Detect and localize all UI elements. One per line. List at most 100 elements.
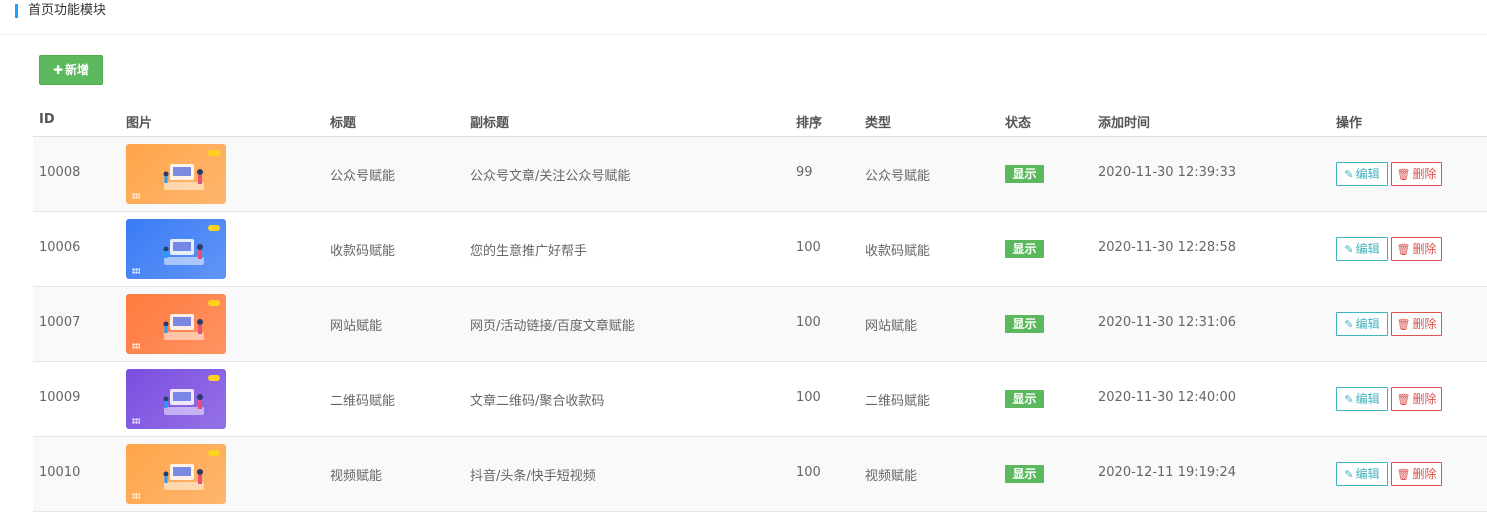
play-tag-icon — [208, 300, 220, 306]
cell-added-time: 2020-11-30 12:39:33 — [1098, 165, 1237, 180]
edit-button[interactable]: ✎ 编辑 — [1336, 162, 1388, 186]
delete-button[interactable]: 🗑 删除 — [1391, 387, 1442, 411]
delete-button-label: 删除 — [1412, 242, 1437, 256]
cell-id: 10006 — [39, 240, 81, 255]
col-header-subtitle: 副标题 — [470, 116, 510, 131]
cell-subtitle: 公众号文章/关注公众号赋能 — [470, 169, 631, 184]
play-tag-icon — [208, 150, 220, 156]
table-row: 10009 二维码赋能 文章二维码/聚合收款码 100 二维码赋能 显示 202… — [33, 362, 1487, 437]
status-badge: 显示 — [1005, 315, 1044, 333]
cell-sort: 100 — [796, 240, 821, 255]
delete-button[interactable]: 🗑 删除 — [1391, 312, 1442, 336]
data-table: ID 图片 标题 副标题 排序 类型 状态 添加时间 操作 10008 公众号赋… — [33, 104, 1487, 512]
col-header-image: 图片 — [126, 116, 153, 131]
dots-decoration — [132, 418, 140, 424]
add-button-label: 新增 — [65, 63, 90, 77]
table-row: 10010 视频赋能 抖音/头条/快手短视频 100 视频赋能 显示 2020-… — [33, 437, 1487, 512]
cell-id: 10008 — [39, 165, 81, 180]
cell-type: 视频赋能 — [865, 469, 918, 484]
status-badge: 显示 — [1005, 165, 1044, 183]
trash-icon: 🗑 — [1396, 318, 1411, 331]
trash-icon: 🗑 — [1396, 468, 1411, 481]
play-tag-icon — [208, 450, 220, 456]
cell-title: 公众号赋能 — [330, 169, 396, 184]
cell-title: 收款码赋能 — [330, 244, 396, 259]
play-tag-icon — [208, 225, 220, 231]
cell-subtitle: 您的生意推广好帮手 — [470, 244, 588, 259]
thumbnail-image — [126, 444, 226, 504]
table-header: ID 图片 标题 副标题 排序 类型 状态 添加时间 操作 — [33, 104, 1487, 137]
table-row: 10007 网站赋能 网页/活动链接/百度文章赋能 100 网站赋能 显示 20… — [33, 287, 1487, 362]
thumbnail-image — [126, 144, 226, 204]
title-accent-bar — [15, 4, 18, 18]
edit-button[interactable]: ✎ 编辑 — [1336, 462, 1388, 486]
trash-icon: 🗑 — [1396, 168, 1411, 181]
cell-id: 10009 — [39, 390, 81, 405]
illustration-icon — [163, 314, 204, 340]
status-badge: 显示 — [1005, 390, 1044, 408]
page-title: 首页功能模块 — [28, 3, 107, 18]
cell-subtitle: 抖音/头条/快手短视频 — [470, 469, 596, 484]
edit-button-label: 编辑 — [1355, 317, 1380, 331]
pencil-icon: ✎ — [1344, 168, 1354, 181]
pencil-icon: ✎ — [1344, 468, 1354, 481]
delete-button[interactable]: 🗑 删除 — [1391, 237, 1442, 261]
delete-button[interactable]: 🗑 删除 — [1391, 162, 1442, 186]
delete-button-label: 删除 — [1412, 467, 1437, 481]
cell-added-time: 2020-11-30 12:28:58 — [1098, 240, 1237, 255]
col-header-type: 类型 — [865, 116, 892, 131]
dots-decoration — [132, 268, 140, 274]
cell-sort: 100 — [796, 315, 821, 330]
cell-type: 二维码赋能 — [865, 394, 931, 409]
edit-button-label: 编辑 — [1355, 392, 1380, 406]
table-body: 10008 公众号赋能 公众号文章/关注公众号赋能 99 公众号赋能 显示 20… — [33, 137, 1487, 512]
cell-type: 收款码赋能 — [865, 244, 931, 259]
dots-decoration — [132, 493, 140, 499]
edit-button[interactable]: ✎ 编辑 — [1336, 387, 1388, 411]
illustration-icon — [163, 164, 204, 190]
thumbnail-image — [126, 294, 226, 354]
col-header-added: 添加时间 — [1098, 116, 1151, 131]
status-badge: 显示 — [1005, 240, 1044, 258]
cell-added-time: 2020-11-30 12:31:06 — [1098, 315, 1237, 330]
col-header-status: 状态 — [1005, 116, 1032, 131]
cell-added-time: 2020-11-30 12:40:00 — [1098, 390, 1237, 405]
trash-icon: 🗑 — [1396, 243, 1411, 256]
illustration-icon — [163, 239, 204, 265]
table-row: 10008 公众号赋能 公众号文章/关注公众号赋能 99 公众号赋能 显示 20… — [33, 137, 1487, 212]
edit-button[interactable]: ✎ 编辑 — [1336, 237, 1388, 261]
pencil-icon: ✎ — [1344, 393, 1354, 406]
thumbnail-image — [126, 219, 226, 279]
pencil-icon: ✎ — [1344, 243, 1354, 256]
delete-button-label: 删除 — [1412, 392, 1437, 406]
delete-button-label: 删除 — [1412, 317, 1437, 331]
plus-icon: ✚ — [52, 63, 64, 77]
cell-id: 10010 — [39, 465, 81, 480]
dots-decoration — [132, 193, 140, 199]
dots-decoration — [132, 343, 140, 349]
status-badge: 显示 — [1005, 465, 1044, 483]
edit-button-label: 编辑 — [1355, 167, 1380, 181]
cell-added-time: 2020-12-11 19:19:24 — [1098, 465, 1237, 480]
cell-type: 网站赋能 — [865, 319, 918, 334]
cell-sort: 100 — [796, 465, 821, 480]
edit-button-label: 编辑 — [1355, 242, 1380, 256]
delete-button[interactable]: 🗑 删除 — [1391, 462, 1442, 486]
add-button[interactable]: ✚ 新增 — [39, 55, 103, 85]
col-header-actions: 操作 — [1336, 116, 1363, 131]
thumbnail-image — [126, 369, 226, 429]
col-header-title: 标题 — [330, 116, 357, 131]
cell-id: 10007 — [39, 315, 81, 330]
trash-icon: 🗑 — [1396, 393, 1411, 406]
table-row: 10006 收款码赋能 您的生意推广好帮手 100 收款码赋能 显示 2020-… — [33, 212, 1487, 287]
cell-sort: 100 — [796, 390, 821, 405]
cell-title: 二维码赋能 — [330, 394, 396, 409]
col-header-sort: 排序 — [796, 116, 823, 131]
cell-subtitle: 文章二维码/聚合收款码 — [470, 394, 605, 409]
cell-title: 视频赋能 — [330, 469, 383, 484]
cell-type: 公众号赋能 — [865, 169, 931, 184]
pencil-icon: ✎ — [1344, 318, 1354, 331]
edit-button-label: 编辑 — [1355, 467, 1380, 481]
play-tag-icon — [208, 375, 220, 381]
edit-button[interactable]: ✎ 编辑 — [1336, 312, 1388, 336]
